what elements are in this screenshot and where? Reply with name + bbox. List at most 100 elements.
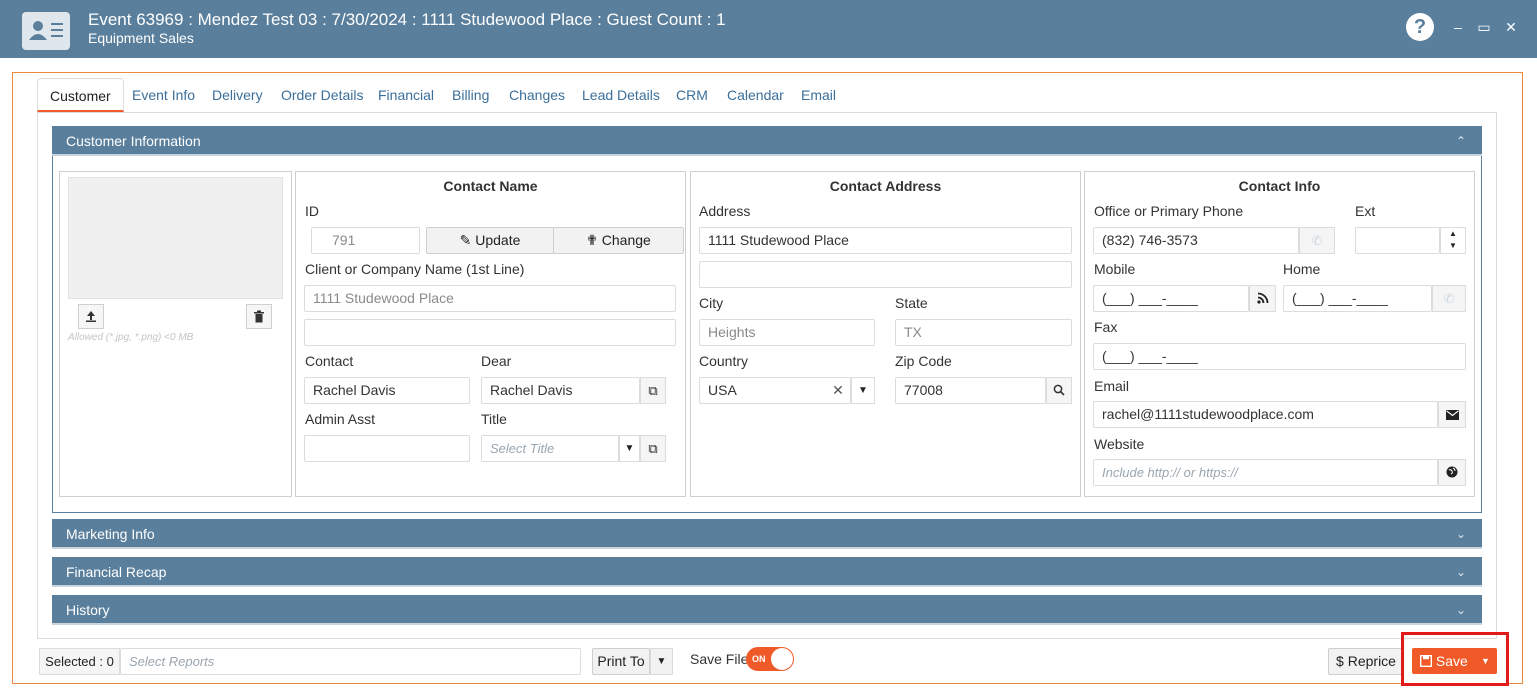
- save-file-label: Save File: [690, 651, 749, 667]
- city-field[interactable]: Heights: [699, 319, 875, 346]
- envelope-icon[interactable]: [1438, 401, 1466, 428]
- marketing-info-header[interactable]: Marketing Info ⌄: [52, 519, 1482, 549]
- toggle-knob: [771, 648, 793, 670]
- chevron-up-icon: ⌃: [1455, 134, 1466, 148]
- mobile-field[interactable]: (___) ___-____: [1093, 285, 1249, 312]
- spinner-icon[interactable]: ▲ ▼: [1440, 227, 1466, 254]
- save-label: Save: [1435, 653, 1468, 669]
- dollar-icon: $: [1336, 653, 1344, 669]
- tab-crm[interactable]: CRM: [676, 78, 708, 112]
- selected-count: Selected : 0: [39, 648, 120, 675]
- ext-field[interactable]: [1355, 227, 1440, 254]
- contact-info-title: Contact Info: [1238, 178, 1321, 194]
- chevron-down-icon: ⌄: [1455, 603, 1466, 617]
- change-label: Change: [601, 232, 651, 248]
- company-label: Client or Company Name (1st Line): [305, 261, 525, 277]
- panel-title: Customer Information: [66, 133, 201, 149]
- tab-email[interactable]: Email: [801, 78, 836, 112]
- clear-icon[interactable]: ✕: [828, 378, 848, 403]
- history-header[interactable]: History ⌄: [52, 595, 1482, 625]
- tab-changes[interactable]: Changes: [509, 78, 565, 112]
- save-button[interactable]: Save ▼: [1412, 648, 1497, 674]
- save-file-toggle[interactable]: ON: [746, 647, 794, 671]
- admin-asst-label: Admin Asst: [305, 411, 376, 427]
- address-line2-field[interactable]: [699, 261, 1072, 288]
- address-field[interactable]: 1111 Studewood Place: [699, 227, 1072, 254]
- state-field[interactable]: TX: [895, 319, 1072, 346]
- copy-icon[interactable]: ⧉: [640, 377, 666, 404]
- tab-delivery[interactable]: Delivery: [212, 78, 263, 112]
- id-field[interactable]: 791: [311, 227, 420, 254]
- website-field[interactable]: Include http:// or https://: [1093, 459, 1438, 486]
- maximize-button[interactable]: ▭: [1476, 17, 1492, 37]
- title-label: Title: [481, 411, 507, 427]
- financial-recap-header[interactable]: Financial Recap ⌄: [52, 557, 1482, 587]
- home-phone-field[interactable]: (___) ___-____: [1283, 285, 1432, 312]
- chevron-down-icon: ⌄: [1455, 565, 1466, 579]
- email-label: Email: [1094, 378, 1130, 394]
- contact-name-title: Contact Name: [443, 178, 538, 194]
- contact-card-icon: [22, 12, 70, 50]
- copy-icon[interactable]: ⧉: [640, 435, 666, 462]
- help-icon[interactable]: ?: [1406, 13, 1434, 41]
- tab-lead-details[interactable]: Lead Details: [582, 78, 660, 112]
- window-titlebar: Event 63969 : Mendez Test 03 : 7/30/2024…: [0, 0, 1537, 58]
- tab-financial[interactable]: Financial: [378, 78, 434, 112]
- tab-customer[interactable]: Customer: [37, 78, 124, 112]
- search-icon[interactable]: [1046, 377, 1072, 404]
- office-phone-field[interactable]: (832) 746-3573: [1093, 227, 1299, 254]
- pencil-icon: ✎: [459, 232, 472, 248]
- country-label: Country: [699, 353, 749, 369]
- office-phone-label: Office or Primary Phone: [1094, 203, 1244, 219]
- phone-icon[interactable]: ✆: [1299, 227, 1335, 254]
- rss-icon[interactable]: [1249, 285, 1276, 312]
- admin-asst-field[interactable]: [304, 435, 470, 462]
- chevron-down-icon[interactable]: ▼: [1481, 648, 1490, 674]
- customer-information-header[interactable]: Customer Information ⌃: [52, 126, 1482, 156]
- globe-icon[interactable]: [1438, 459, 1466, 486]
- mobile-label: Mobile: [1094, 261, 1136, 277]
- chevron-down-icon[interactable]: ▼: [650, 648, 673, 675]
- window-title: Event 63969 : Mendez Test 03 : 7/30/2024…: [88, 10, 726, 29]
- customer-photo[interactable]: [68, 177, 283, 299]
- zip-label: Zip Code: [895, 353, 952, 369]
- panel-title: Financial Recap: [66, 564, 167, 580]
- company-line2-field[interactable]: [304, 319, 676, 346]
- chevron-down-icon: ⌄: [1455, 527, 1466, 541]
- panel-title: Marketing Info: [66, 526, 155, 542]
- chevron-down-icon[interactable]: ▼: [851, 377, 875, 404]
- zip-field[interactable]: 77008: [895, 377, 1046, 404]
- contact-field[interactable]: Rachel Davis: [304, 377, 470, 404]
- tab-order-details[interactable]: Order Details: [281, 78, 363, 112]
- trash-icon[interactable]: [246, 304, 272, 329]
- update-button[interactable]: ✎ Update: [426, 227, 554, 254]
- email-field[interactable]: rachel@1111studewoodplace.com: [1093, 401, 1438, 428]
- fax-field[interactable]: (___) ___-____: [1093, 343, 1466, 370]
- photo-hint: Allowed (*.jpg, *.png) <0 MB: [68, 332, 194, 343]
- dear-field[interactable]: Rachel Davis: [481, 377, 640, 404]
- reprice-button[interactable]: $ Reprice: [1328, 648, 1404, 675]
- state-label: State: [895, 295, 928, 311]
- tab-event-info[interactable]: Event Info: [132, 78, 195, 112]
- ext-label: Ext: [1355, 203, 1376, 219]
- contact-address-title: Contact Address: [829, 178, 942, 194]
- person-icon: ✟: [586, 232, 598, 248]
- home-label: Home: [1283, 261, 1321, 277]
- select-reports-field[interactable]: Select Reports: [120, 648, 581, 675]
- upload-icon[interactable]: [78, 304, 104, 329]
- close-button[interactable]: ✕: [1503, 17, 1519, 37]
- update-label: Update: [475, 232, 521, 248]
- tab-billing[interactable]: Billing: [452, 78, 489, 112]
- chevron-down-icon[interactable]: ▼: [619, 435, 640, 462]
- reprice-label: Reprice: [1347, 653, 1396, 669]
- tab-calendar[interactable]: Calendar: [727, 78, 784, 112]
- fax-label: Fax: [1094, 319, 1118, 335]
- title-select[interactable]: Select Title: [481, 435, 619, 462]
- phone-icon[interactable]: ✆: [1432, 285, 1466, 312]
- print-to-button[interactable]: Print To: [592, 648, 650, 675]
- company-field[interactable]: 1111 Studewood Place: [304, 285, 676, 312]
- window-subtitle: Equipment Sales: [88, 30, 194, 46]
- change-button[interactable]: ✟ Change: [553, 227, 684, 254]
- panel-title: History: [66, 602, 110, 618]
- minimize-button[interactable]: –: [1450, 17, 1466, 37]
